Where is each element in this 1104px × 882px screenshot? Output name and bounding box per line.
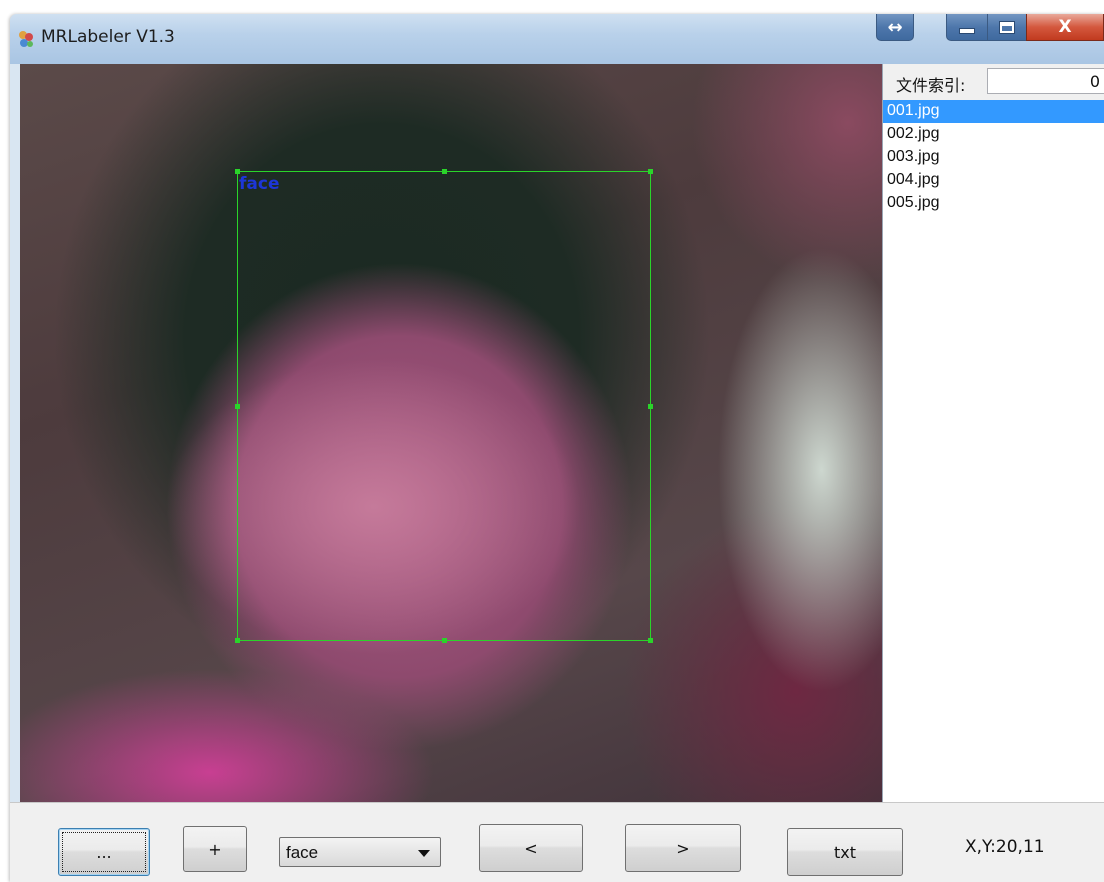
resize-handle-n[interactable]	[442, 169, 447, 174]
file-list[interactable]: 001.jpg 002.jpg 003.jpg 004.jpg 005.jpg	[883, 100, 1104, 215]
file-index-label: 文件索引:	[896, 76, 966, 95]
maximize-button[interactable]	[987, 14, 1027, 41]
resize-button[interactable]: ↔	[876, 14, 914, 41]
window-title: MRLabeler V1.3	[41, 27, 175, 47]
file-index-input[interactable]	[987, 68, 1104, 94]
bottom-toolbar: ... + face < > txt X,Y:20,11	[10, 802, 1104, 882]
resize-icon: ↔	[887, 16, 903, 38]
file-list-item[interactable]: 003.jpg	[883, 146, 1104, 169]
resize-handle-nw[interactable]	[235, 169, 240, 174]
file-panel: 文件索引: 001.jpg 002.jpg 003.jpg 004.jpg 00…	[882, 64, 1104, 802]
next-button[interactable]: >	[625, 824, 741, 872]
file-list-item[interactable]: 005.jpg	[883, 192, 1104, 215]
add-class-button[interactable]: +	[183, 826, 247, 872]
resize-handle-e[interactable]	[648, 404, 653, 409]
file-list-item[interactable]: 001.jpg	[883, 100, 1104, 123]
minimize-button[interactable]	[946, 14, 988, 41]
open-folder-button[interactable]: ...	[58, 828, 150, 876]
resize-handle-s[interactable]	[442, 638, 447, 643]
file-index-row: 文件索引:	[883, 64, 1104, 100]
cursor-coordinates: X,Y:20,11	[965, 837, 1045, 857]
maximize-icon	[999, 20, 1015, 34]
image-canvas[interactable]: face	[20, 64, 882, 802]
close-button[interactable]: X	[1026, 14, 1104, 41]
chevron-down-icon	[418, 850, 430, 857]
resize-handle-w[interactable]	[235, 404, 240, 409]
bounding-box-label: face	[239, 174, 280, 194]
file-list-item[interactable]: 004.jpg	[883, 169, 1104, 192]
title-bar[interactable]: MRLabeler V1.3 ↔ X	[10, 14, 1104, 64]
minimize-icon	[959, 28, 975, 34]
previous-button[interactable]: <	[479, 824, 583, 872]
bounding-box[interactable]: face	[235, 169, 653, 643]
class-select[interactable]: face	[279, 837, 441, 867]
resize-handle-sw[interactable]	[235, 638, 240, 643]
app-window: MRLabeler V1.3 ↔ X face 文件索引: 0 001.jpg …	[10, 14, 1104, 882]
app-icon	[19, 31, 33, 47]
export-txt-button[interactable]: txt	[787, 828, 903, 876]
file-list-item[interactable]: 002.jpg	[883, 123, 1104, 146]
resize-handle-ne[interactable]	[648, 169, 653, 174]
class-select-value: face	[286, 843, 319, 862]
resize-handle-se[interactable]	[648, 638, 653, 643]
close-icon: X	[1058, 17, 1072, 37]
